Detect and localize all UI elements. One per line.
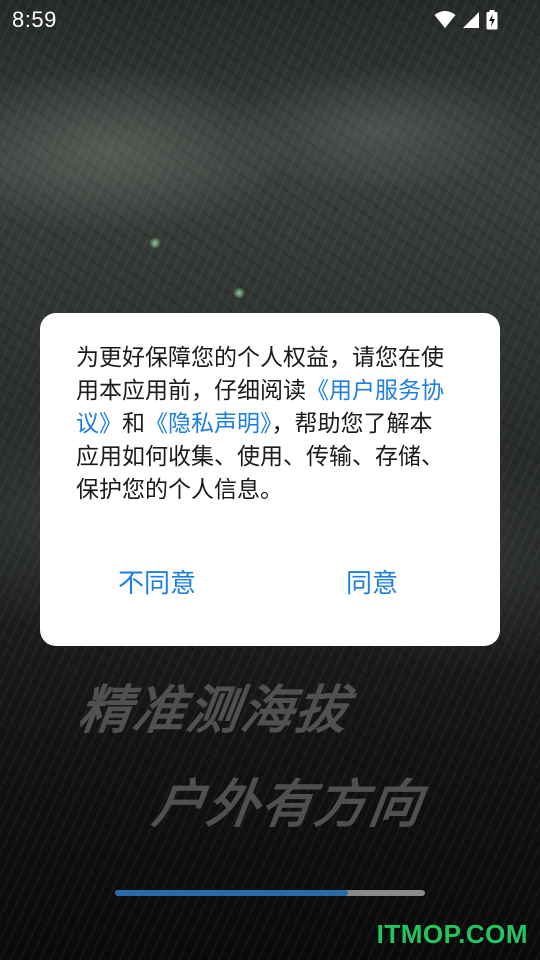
map-marker-glow [148,238,162,248]
loading-progress-bar [115,890,425,896]
status-time: 8:59 [12,7,57,32]
privacy-dialog: 为更好保障您的个人权益，请您在使用本应用前，仔细阅读《用户服务协议》和《隐私声明… [40,313,500,646]
slogan-line-1: 精准测海拔 [75,681,354,741]
signal-icon [463,12,479,28]
wifi-icon [434,11,456,28]
status-bar: 8:59 [0,0,540,40]
agree-button[interactable]: 同意 [346,563,398,600]
slogan-line-2: 户外有方向 [149,775,428,835]
status-icons [434,10,498,30]
watermark: ITMOP.COM [376,919,528,949]
disagree-button[interactable]: 不同意 [118,563,196,600]
battery-charging-icon [486,10,498,30]
privacy-statement-link[interactable]: 《隐私声明》 [145,411,272,437]
loading-progress-fill [115,890,348,896]
privacy-dialog-message: 为更好保障您的个人权益，请您在使用本应用前，仔细阅读《用户服务协议》和《隐私声明… [76,342,446,507]
map-marker-glow [232,288,246,298]
message-text-and: 和 [122,411,145,437]
